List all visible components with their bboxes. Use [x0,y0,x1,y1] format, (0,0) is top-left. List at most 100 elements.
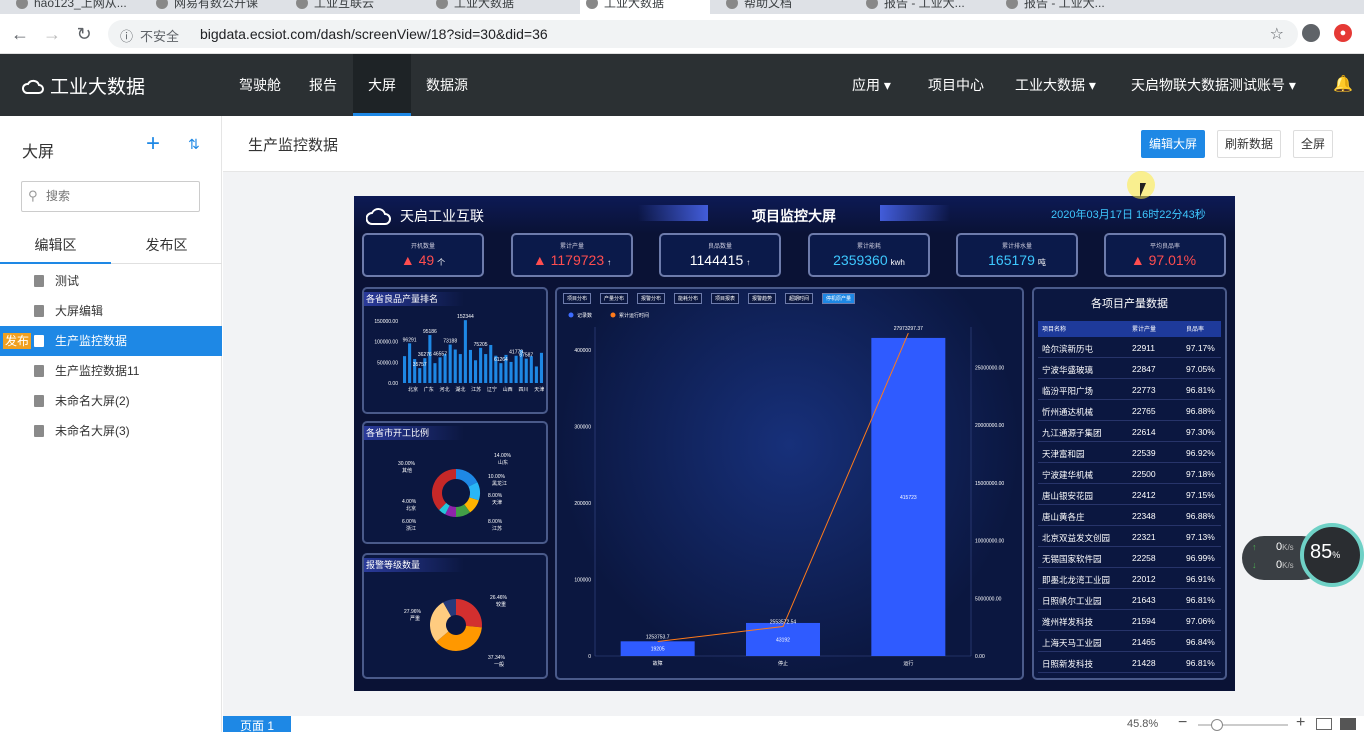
tab-edit-area[interactable]: 编辑区 [0,233,111,264]
tab-publish-area[interactable]: 发布区 [111,233,222,264]
nav-item-0[interactable]: 驾驶舱 [227,54,293,116]
browser-tab-label: 工业大数据 [604,0,665,10]
browser-tab[interactable]: 报告 - 工业大... [1000,0,1130,14]
sidebar-item[interactable]: 生产监控数据11 [0,356,222,386]
back-arrow-icon[interactable]: ← [8,22,32,46]
browser-tab[interactable]: 网易有数公开课 [150,0,280,14]
pie-name-label: 其他 [402,467,412,474]
x-tick-label: 湖北 [455,386,465,393]
nav-apps[interactable]: 应用 ▾ [852,54,891,116]
chart-tab[interactable]: 超期时间 [785,293,814,304]
table-cell: 九江通源子集团 [1042,428,1102,438]
chart-tab[interactable]: 产量分布 [600,293,629,304]
edit-screen-button[interactable]: 编辑大屏 [1141,130,1205,158]
info-icon[interactable]: ⓘ [120,26,133,45]
nav-project-center[interactable]: 项目中心 [928,54,984,116]
browser-tab[interactable]: 工业大数据 [580,0,710,14]
chart-tab[interactable]: 项目分布 [563,293,592,304]
chart-tab[interactable]: 停机原产量 [822,293,856,304]
kpi-label: 累计排水量 [1001,244,1032,250]
pie-name-label: 天津 [492,499,502,506]
table-row: 临汾平阳广场 22773 96.81% [1038,379,1221,400]
document-icon [34,305,44,317]
browser-tab-label: 帮助文档 [744,0,793,10]
chart-tab[interactable]: 能耗分布 [674,293,703,304]
address-bar[interactable]: ⓘ 不安全 bigdata.ecsiot.com/dash/screenView… [108,20,1298,48]
table-cell: 唐山黄各庄 [1042,512,1085,522]
page-tab[interactable]: 页面 1 [223,716,291,733]
bar-value-label: 95186 [423,329,437,335]
app-logo[interactable]: 工业大数据 [21,72,145,99]
table-cell: 天津富和园 [1042,449,1085,459]
table-cell: 97.06% [1186,616,1215,626]
extension-icon[interactable]: ● [1334,24,1352,42]
table-cell: 21643 [1132,595,1156,605]
sort-icon[interactable]: ⇅ [188,136,200,153]
kpi-value: 2359360 [833,252,888,268]
chart-tab[interactable]: 报警分布 [637,293,666,304]
table-row: 宁波建华机械 22500 97.18% [1038,463,1221,484]
nav-item-1[interactable]: 报告 [300,54,346,116]
province-bar-chart: 150000.00 100000.00 50000.00 0.00 96291 95186… [374,314,544,393]
nav-industry-bigdata[interactable]: 工业大数据 ▾ [1015,54,1096,116]
province-bar [433,363,437,383]
grid-icon[interactable] [1340,718,1356,730]
chart-tab[interactable]: 报警趋势 [748,293,777,304]
sidebar-item[interactable]: 未命名大屏(3) [0,416,222,446]
nav-account[interactable]: 天启物联大数据测试账号 ▾ [1131,54,1296,116]
table-cell: 22012 [1132,574,1156,584]
pie-pct-label: 30.00% [398,461,416,467]
upload-unit: K/s [1282,543,1294,552]
nav-item-3[interactable]: 数据源 [416,54,478,116]
sidebar-item[interactable]: 未命名大屏(2) [0,386,222,416]
table-row: 日照新发科技 21428 96.81% [1038,652,1221,673]
search-box[interactable]: ⚲ [21,181,200,212]
kpi-card: 累计产量 ▲ 1179723 ↑ [511,233,633,277]
fit-screen-icon[interactable] [1316,718,1332,730]
browser-tab[interactable]: 工业大数据 [430,0,570,14]
chart-tab[interactable]: 项目报表 [711,293,740,304]
document-icon [34,395,44,407]
refresh-data-button[interactable]: 刷新数据 [1217,130,1281,158]
browser-tab[interactable]: hao123_上网从... [10,0,140,14]
cloud-icon [21,79,44,94]
forward-arrow-icon[interactable]: → [40,22,64,46]
star-icon[interactable]: ☆ [1270,24,1284,44]
browser-tab[interactable]: 报告 - 工业大... [860,0,990,14]
reload-icon[interactable]: ↻ [72,22,96,46]
browser-tab-label: hao123_上网从... [34,0,127,10]
zoom-slider-handle[interactable] [1211,719,1223,731]
zoom-out-icon[interactable]: − [1178,714,1187,732]
profile-icon[interactable] [1302,24,1320,42]
fullscreen-button[interactable]: 全屏 [1293,130,1333,158]
sidebar-item[interactable]: 大屏编辑 [0,296,222,326]
city-donut-chart: 14.00%山东10.00%黑龙江8.00%天津8.00%江苏6.00%浙江4.… [398,453,512,532]
province-bar [534,366,538,383]
table-cell: 日照新发科技 [1042,659,1094,669]
tab-favicon-icon [436,0,448,9]
province-bar [403,356,407,383]
table-cell: 北京双益发文创园 [1042,533,1111,543]
url-text[interactable]: bigdata.ecsiot.com/dash/screenView/18?si… [200,26,548,42]
kpi-unit: ↑ [746,258,751,267]
bell-icon[interactable]: 🔔 [1333,54,1353,116]
header-deco-right [880,205,950,221]
zoom-in-icon[interactable]: + [1296,714,1305,732]
table-cell: 96.81% [1186,595,1215,605]
table-row: 日照帆尔工业园 21643 96.81% [1038,589,1221,610]
sidebar-item[interactable]: 测试 [0,266,222,296]
sidebar-item[interactable]: 发布 生产监控数据 [0,326,222,356]
alarm-donut-chart: 26.46%较重 37.34%一般 27.96%严重 [404,595,508,668]
table-cell: 96.99% [1186,553,1215,563]
add-icon[interactable]: + [146,132,160,156]
browser-tab[interactable]: 帮助文档 [720,0,850,14]
line-value-label: 27973297.37 [894,326,923,332]
legend-label: 记录数 [577,312,592,319]
province-bar [428,335,432,383]
sidebar-item-label: 生产监控数据 [55,334,128,348]
nav-item-2[interactable]: 大屏 [353,54,411,116]
browser-tab[interactable]: 工业互联云 [290,0,420,14]
search-input[interactable] [46,187,196,205]
up-triangle-icon: ▲ [400,252,419,268]
kpi-card: 累计能耗 2359360 kwh [808,233,930,277]
